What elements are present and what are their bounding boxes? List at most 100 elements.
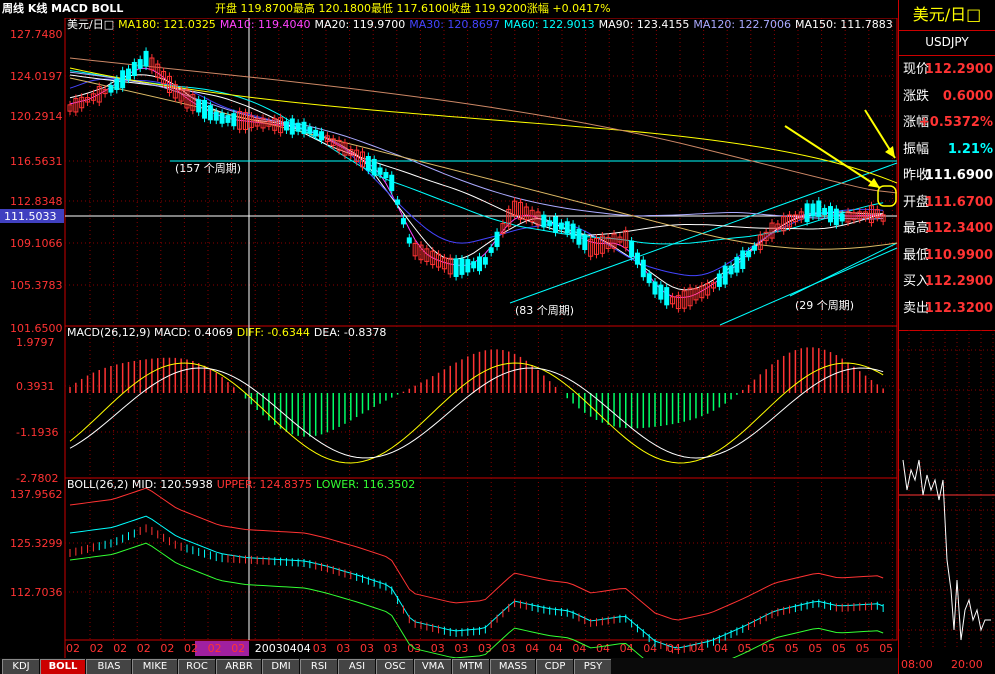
- tab-boll[interactable]: BOLL: [40, 659, 85, 674]
- tab-mass[interactable]: MASS: [490, 659, 535, 674]
- macd-line: [69, 367, 884, 459]
- date-tick: 03: [502, 642, 516, 655]
- candle-body: [365, 156, 371, 171]
- candle-body: [283, 121, 289, 131]
- candle-body: [722, 265, 728, 285]
- candle-body: [371, 158, 377, 176]
- tab-psy[interactable]: PSY: [574, 659, 611, 674]
- price-tick: 112.8348: [10, 195, 63, 208]
- legend-item: MA180: 121.0325: [118, 18, 216, 31]
- tab-kdj[interactable]: KDJ: [2, 659, 39, 674]
- candle-body: [301, 121, 307, 134]
- tab-bias[interactable]: BIAS: [86, 659, 131, 674]
- candle-body: [289, 118, 295, 135]
- quote-sep-mid: [899, 55, 995, 56]
- mini-time-start: 08:00: [901, 658, 933, 671]
- tab-cdp[interactable]: CDP: [536, 659, 573, 674]
- quote-row: 涨跌 0.6000: [899, 85, 995, 108]
- tab-dmi[interactable]: DMI: [262, 659, 299, 674]
- date-tick: 02: [208, 642, 222, 655]
- legend-item: MA150: 111.7883: [795, 18, 893, 31]
- candle-body: [137, 59, 143, 69]
- candle-body: [740, 250, 746, 270]
- date-tick: 02: [66, 642, 80, 655]
- price-tick: 109.1066: [10, 237, 63, 250]
- tab-asi[interactable]: ASI: [338, 659, 375, 674]
- candle-body: [828, 206, 833, 223]
- candle-body: [400, 218, 406, 225]
- date-tick: 03: [454, 642, 468, 655]
- date-tick: 02: [137, 642, 151, 655]
- date-tick: 03: [336, 642, 350, 655]
- tab-arbr[interactable]: ARBR: [216, 659, 261, 674]
- chart-area[interactable]: 美元/日□ MA180: 121.0325 MA10: 119.4040 MA20: …: [0, 18, 898, 658]
- date-tick: 02: [184, 642, 198, 655]
- ma-line: [69, 74, 884, 291]
- quote-row: 最低 110.9900: [899, 244, 995, 267]
- quote-value: 112.2900: [924, 62, 993, 77]
- date-tick: 05: [808, 642, 822, 655]
- candle-body: [582, 234, 588, 250]
- legend-item: LOWER: 116.3502: [316, 478, 415, 491]
- candle-body: [822, 207, 828, 215]
- candle-body: [406, 237, 412, 244]
- boll-tick: 125.3299: [10, 537, 63, 550]
- macd-histogram: [69, 347, 884, 437]
- tab-roc[interactable]: ROC: [178, 659, 215, 674]
- date-axis: 02 02 02 02 02 02 02 02 20030404 03 03 03 03 03 03 03 03…: [66, 642, 893, 655]
- quote-row: 涨幅 +0.5372%: [899, 111, 995, 134]
- candle-body: [728, 265, 734, 275]
- macd-panel-frame: [64, 325, 898, 479]
- candle-body: [459, 258, 465, 275]
- quote-title: 美元/日□: [912, 5, 982, 24]
- legend-item: 美元/日□: [67, 18, 114, 31]
- macd-axis: 1.9797 0.3931 -1.1936 -2.7802: [16, 336, 58, 485]
- candle-body: [816, 200, 822, 217]
- quote-value: 112.2900: [924, 274, 993, 289]
- legend-item: DIFF: -0.6344: [237, 326, 310, 339]
- legend-item: MA20: 119.9700: [315, 18, 406, 31]
- date-tick: 03: [384, 642, 398, 655]
- boll-line: [69, 515, 884, 649]
- ma-line: [69, 78, 884, 277]
- ohlc-summary: 开盘 119.8700最高 120.1800最低 117.6100收盘 119.…: [215, 2, 611, 15]
- date-tick: 04: [572, 642, 586, 655]
- tab-vma[interactable]: VMA: [414, 659, 451, 674]
- candle-body: [131, 61, 137, 76]
- tab-mtm[interactable]: MTM: [452, 659, 489, 674]
- boll-tick: 137.9562: [10, 488, 63, 501]
- arrow-head-left: [868, 178, 880, 188]
- candle-body: [389, 174, 395, 192]
- quote-value: 1.21%: [947, 141, 993, 157]
- quote-value: 112.3400: [924, 221, 993, 236]
- ma-line: [69, 74, 884, 236]
- tab-mike[interactable]: MIKE: [132, 659, 177, 674]
- arrow-left: [784, 125, 881, 189]
- candle-body: [207, 105, 213, 121]
- date-tick: 02: [90, 642, 104, 655]
- quote-value: +0.5372%: [918, 115, 993, 130]
- quote-value: 0.6000: [942, 88, 993, 104]
- quote-row: 最高 112.3400: [899, 217, 995, 240]
- candle-body: [640, 259, 646, 278]
- candle-body: [307, 126, 313, 134]
- candle-body: [541, 214, 547, 228]
- price-tick: 111.5033: [4, 210, 57, 223]
- candle-body: [833, 208, 839, 226]
- candle-body: [143, 50, 149, 67]
- legend-item: MA30: 120.8697: [409, 18, 500, 31]
- annotation-29: (29 个周期): [795, 299, 854, 312]
- candle-body: [471, 261, 477, 269]
- quote-row: 开盘 111.6700: [899, 191, 995, 214]
- candle-body: [664, 287, 670, 306]
- date-tick: 03: [313, 642, 327, 655]
- candle-body: [395, 199, 401, 205]
- annotation-83: (83 个周期): [515, 304, 574, 317]
- tab-osc[interactable]: OSC: [376, 659, 413, 674]
- tab-rsi[interactable]: RSI: [300, 659, 337, 674]
- date-tick: 05: [785, 642, 799, 655]
- price-tick: 127.7480: [10, 28, 63, 41]
- candle-body: [558, 222, 564, 230]
- boll-tick: 112.7036: [10, 586, 63, 599]
- quote-row: 现价 112.2900: [899, 58, 995, 81]
